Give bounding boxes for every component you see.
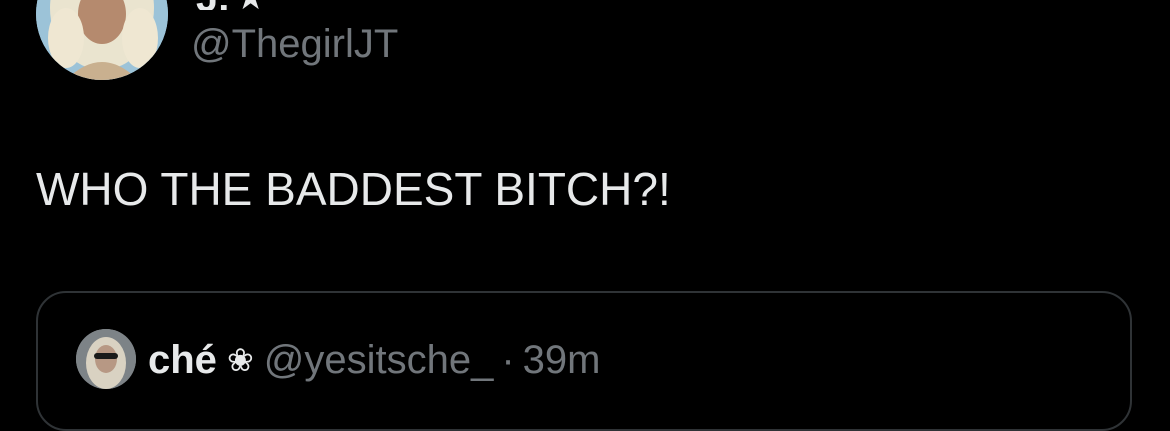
author-name-row[interactable]: J. ★ xyxy=(196,0,316,10)
quoted-author-avatar[interactable] xyxy=(76,329,136,389)
quoted-author-handle[interactable]: @yesitsche_ xyxy=(264,336,494,384)
quoted-tweet-header: ché ❀ @yesitsche_ · 39m xyxy=(148,336,600,384)
author-handle[interactable]: @ThegirlJT xyxy=(191,20,398,68)
star-icon: ★ xyxy=(235,0,265,10)
avatar-photo xyxy=(36,0,168,80)
author-avatar[interactable] xyxy=(36,0,168,80)
quoted-tweet-card[interactable]: ché ❀ @yesitsche_ · 39m xyxy=(36,291,1132,431)
quoted-author-name[interactable]: ché xyxy=(148,336,217,384)
author-name[interactable]: J. xyxy=(196,0,229,10)
quoted-tweet-time[interactable]: 39m xyxy=(523,336,601,384)
quoted-avatar-photo xyxy=(76,329,136,389)
separator-dot: · xyxy=(501,338,515,382)
flower-icon: ❀ xyxy=(226,342,254,378)
tweet-text: WHO THE BADDEST BITCH?! xyxy=(36,163,671,215)
